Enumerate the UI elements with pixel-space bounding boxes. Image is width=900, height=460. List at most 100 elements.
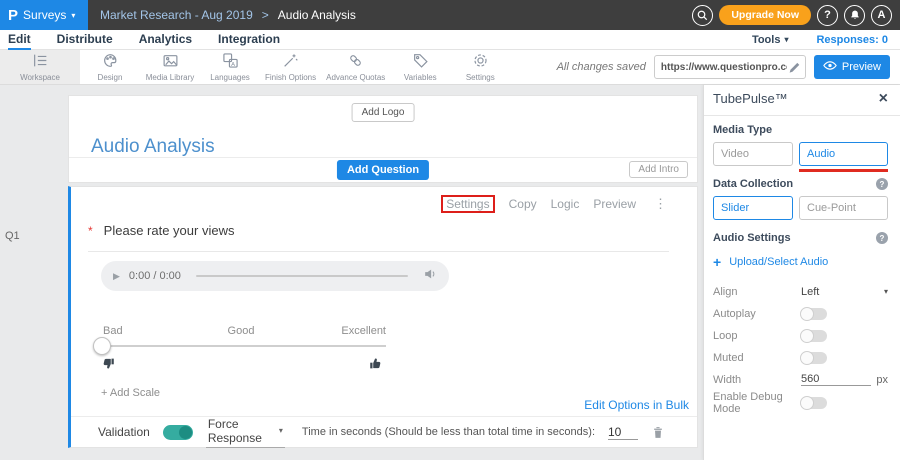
play-icon[interactable]: ▶ — [113, 271, 120, 282]
breadcrumb: Market Research - Aug 2019 > Audio Analy… — [100, 8, 356, 22]
toggle-knob — [179, 426, 192, 439]
edit-options-in-bulk-link[interactable]: Edit Options in Bulk — [584, 398, 689, 412]
muted-toggle[interactable] — [801, 352, 827, 364]
product-label: Surveys — [23, 8, 66, 22]
tab-integration[interactable]: Integration — [218, 30, 280, 50]
toolbar-item-workspace[interactable]: Workspace — [0, 50, 80, 84]
toolbar-item-finish-options[interactable]: Finish Options — [260, 50, 321, 84]
help-icon[interactable]: ? — [876, 178, 888, 190]
chevron-down-icon: ▾ — [71, 11, 75, 20]
toolbar-item-label: Advance Quotas — [326, 73, 385, 82]
add-intro-button[interactable]: Add Intro — [629, 161, 688, 178]
autoplay-toggle[interactable] — [801, 308, 827, 320]
add-logo-button[interactable]: Add Logo — [352, 103, 415, 122]
toolbar-item-languages[interactable]: A Languages — [200, 50, 260, 84]
survey-toolbar: Workspace Design Media Library A Languag… — [0, 50, 900, 85]
question-logic-action[interactable]: Logic — [551, 197, 580, 211]
tools-menu[interactable]: Tools▾ — [752, 34, 789, 46]
menubar-right: Tools▾ Responses: 0 — [752, 34, 892, 46]
search-icon[interactable] — [692, 5, 713, 26]
upload-select-audio-link[interactable]: + Upload/Select Audio — [713, 256, 828, 268]
more-options-icon[interactable]: ⋮ — [654, 196, 667, 212]
upgrade-now-button[interactable]: Upgrade Now — [719, 5, 811, 25]
width-input[interactable] — [801, 373, 871, 386]
toggle-knob — [800, 329, 814, 343]
muted-label: Muted — [713, 352, 801, 364]
toolbar-item-advance-quotas[interactable]: Advance Quotas — [321, 50, 390, 84]
toolbar-item-design[interactable]: Design — [80, 50, 140, 84]
main-area: Q1 Add Logo Audio Analysis Add Question … — [0, 85, 900, 460]
time-in-seconds-input[interactable] — [608, 425, 638, 440]
breadcrumb-separator: > — [262, 8, 269, 22]
chevron-down-icon[interactable]: ▾ — [884, 287, 888, 296]
data-collection-label: Data Collection — [713, 178, 793, 190]
toolbar-item-media-library[interactable]: Media Library — [140, 50, 200, 84]
help-icon[interactable]: ? — [876, 232, 888, 244]
audio-player: ▶ 0:00 / 0:00 — [101, 261, 449, 291]
question-settings-action[interactable]: Settings — [441, 195, 494, 213]
account-avatar[interactable]: A — [871, 5, 892, 26]
tab-edit[interactable]: Edit — [8, 30, 31, 50]
data-collection-cue-point-button[interactable]: Cue-Point — [799, 196, 888, 220]
eye-icon — [823, 60, 837, 74]
help-button[interactable]: ? — [817, 5, 838, 26]
player-seek-bar[interactable] — [196, 275, 408, 277]
media-type-video-button[interactable]: Video — [713, 142, 793, 166]
chevron-down-icon: ▾ — [279, 426, 283, 435]
image-icon — [162, 52, 179, 71]
add-scale-link[interactable]: + Add Scale — [101, 387, 160, 399]
volume-icon[interactable] — [423, 267, 437, 286]
required-asterisk: * — [88, 224, 93, 238]
delete-question-trash-icon[interactable] — [651, 425, 665, 440]
workspace-icon — [32, 52, 49, 71]
tab-analytics[interactable]: Analytics — [139, 30, 192, 50]
svg-text:A: A — [231, 62, 235, 68]
scale-label-excellent: Excellent — [341, 325, 386, 337]
question-copy-action[interactable]: Copy — [509, 197, 537, 211]
responses-count[interactable]: Responses: 0 — [816, 34, 888, 46]
media-type-audio-button[interactable]: Audio — [799, 142, 888, 166]
survey-title[interactable]: Audio Analysis — [91, 136, 215, 158]
debug-mode-toggle[interactable] — [801, 397, 827, 409]
validation-mode-dropdown[interactable]: Force Response ▾ — [206, 417, 285, 448]
breadcrumb-folder[interactable]: Market Research - Aug 2019 — [100, 8, 253, 22]
question-title-text: Please rate your views — [104, 223, 235, 238]
toggle-knob — [800, 396, 814, 410]
add-question-button[interactable]: Add Question — [337, 160, 429, 180]
scale-labels: Bad Good Excellent — [96, 325, 386, 338]
tab-distribute[interactable]: Distribute — [57, 30, 113, 50]
align-select-value[interactable]: Left — [801, 286, 819, 298]
toolbar-item-settings[interactable]: Settings — [450, 50, 510, 84]
rating-slider-handle[interactable] — [93, 337, 111, 355]
save-status: All changes saved — [557, 61, 646, 73]
validation-mode-value: Force Response — [208, 417, 272, 445]
question-preview-action[interactable]: Preview — [593, 197, 636, 211]
loop-toggle[interactable] — [801, 330, 827, 342]
loop-row: Loop — [713, 328, 888, 343]
data-collection-slider-button[interactable]: Slider — [713, 196, 793, 220]
close-icon[interactable]: × — [879, 92, 888, 106]
surveys-menu[interactable]: P Surveys ▾ — [0, 0, 88, 30]
preview-button[interactable]: Preview — [814, 55, 890, 79]
enable-debug-mode-label: Enable Debug Mode — [713, 391, 801, 415]
width-unit-label: px — [876, 374, 888, 386]
validation-toggle[interactable] — [163, 425, 193, 440]
notifications-bell-icon[interactable] — [844, 5, 865, 26]
question-title-field[interactable]: * Please rate your views — [88, 223, 669, 252]
survey-url-input[interactable] — [661, 62, 787, 73]
rating-slider-track[interactable] — [96, 345, 386, 347]
panel-header: TubePulse™ × — [713, 91, 888, 106]
toolbar-item-variables[interactable]: Variables — [390, 50, 450, 84]
align-label: Align — [713, 286, 801, 298]
toolbar-item-label: Languages — [210, 73, 250, 82]
toolbar-item-label: Finish Options — [265, 73, 316, 82]
toolbar-item-label: Media Library — [146, 73, 194, 82]
tubepulse-settings-panel: TubePulse™ × Media Type Video Audio Data… — [703, 85, 900, 460]
topbar-actions: Upgrade Now ? A — [692, 5, 900, 26]
rating-scale: Bad Good Excellent — [96, 325, 386, 338]
survey-url-field — [654, 55, 806, 79]
toolbar-item-label: Variables — [404, 73, 437, 82]
question-card: Settings Copy Logic Preview ⋮ * Please r… — [68, 186, 698, 448]
edit-url-pencil-icon[interactable] — [787, 60, 802, 80]
debug-row: Enable Debug Mode — [713, 395, 888, 410]
